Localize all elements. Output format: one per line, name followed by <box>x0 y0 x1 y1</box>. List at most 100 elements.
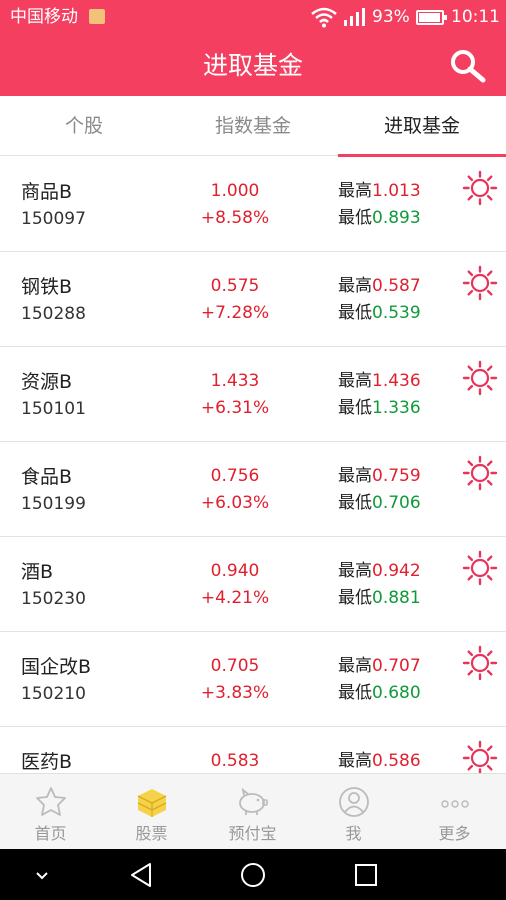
user-icon <box>338 787 369 817</box>
fund-name: 酒B <box>21 561 54 583</box>
fund-high: 最高0.707 <box>338 656 421 676</box>
nav-label: 预付宝 <box>228 824 277 843</box>
back-icon[interactable] <box>128 861 154 889</box>
fund-price: 0.575 <box>210 276 260 296</box>
high-label: 最高 <box>338 751 372 771</box>
low-value: 0.680 <box>372 683 421 703</box>
low-value: 0.893 <box>372 208 421 228</box>
fund-row[interactable]: 酒B 150230 0.940 +4.21% 最高0.942 最低0.881 <box>0 537 506 632</box>
fund-price: 1.433 <box>210 371 260 391</box>
sun-icon[interactable] <box>461 264 499 302</box>
nav-label: 我 <box>345 824 362 843</box>
fund-row[interactable]: 食品B 150199 0.756 +6.03% 最高0.759 最低0.706 <box>0 442 506 537</box>
tab-label: 指数基金 <box>214 115 291 137</box>
low-value: 0.881 <box>372 588 421 608</box>
fund-high: 最高0.586 <box>338 751 421 771</box>
nav-me[interactable]: 我 <box>303 774 404 850</box>
fund-code: 150199 <box>21 494 86 514</box>
fund-price: 0.705 <box>210 656 260 676</box>
high-label: 最高 <box>338 276 372 296</box>
tab-index-funds[interactable]: 指数基金 <box>169 96 337 156</box>
notification-icon <box>89 9 105 24</box>
fund-row[interactable]: 国企改B 150210 0.705 +3.83% 最高0.707 最低0.680 <box>0 632 506 727</box>
fund-low: 最低0.706 <box>338 493 421 513</box>
low-label: 最低 <box>338 303 372 323</box>
fund-name: 医药B <box>21 751 73 773</box>
clock: 10:11 <box>451 7 500 27</box>
battery-icon <box>416 10 447 25</box>
high-value: 0.587 <box>372 276 421 296</box>
fund-price: 0.756 <box>210 466 260 486</box>
high-value: 0.759 <box>372 466 421 486</box>
low-label: 最低 <box>338 208 372 228</box>
nav-home[interactable]: 首页 <box>0 774 101 850</box>
fund-low: 最低0.881 <box>338 588 421 608</box>
tab-stocks[interactable]: 个股 <box>0 96 168 156</box>
high-value: 0.707 <box>372 656 421 676</box>
chevron-down-icon[interactable] <box>32 865 52 885</box>
nav-label: 更多 <box>438 824 471 843</box>
stack-icon <box>137 789 166 817</box>
fund-code: 150210 <box>21 684 86 704</box>
tab-aggressive-funds[interactable]: 进取基金 <box>338 96 506 157</box>
high-label: 最高 <box>338 181 372 201</box>
system-nav-bar <box>0 849 506 900</box>
low-value: 0.706 <box>372 493 421 513</box>
sun-icon[interactable] <box>461 359 499 397</box>
signal-icon <box>344 8 365 26</box>
fund-high: 最高0.759 <box>338 466 421 486</box>
high-value: 1.436 <box>372 371 421 391</box>
low-label: 最低 <box>338 398 372 418</box>
fund-change: +6.31% <box>200 398 270 418</box>
fund-row[interactable]: 资源B 150101 1.433 +6.31% 最高1.436 最低1.336 <box>0 347 506 442</box>
bottom-nav: 首页 股票 预付宝 我 更多 <box>0 773 506 849</box>
low-value: 1.336 <box>372 398 421 418</box>
fund-change: +4.21% <box>200 588 270 608</box>
fund-name: 食品B <box>21 466 73 488</box>
tab-label: 个股 <box>64 115 103 137</box>
fund-name: 国企改B <box>21 656 92 678</box>
fund-high: 最高0.942 <box>338 561 421 581</box>
fund-code: 150097 <box>21 209 86 229</box>
wifi-icon <box>311 7 337 28</box>
search-icon[interactable] <box>448 48 488 84</box>
fund-low: 最低0.539 <box>338 303 421 323</box>
carrier-label: 中国移动 <box>10 7 78 27</box>
fund-price: 1.000 <box>210 181 260 201</box>
fund-list: 商品B 150097 1.000 +8.58% 最高1.013 最低0.893 钢铁B 150… <box>0 157 506 773</box>
fund-change: +3.83% <box>200 683 270 703</box>
recents-icon[interactable] <box>353 862 379 888</box>
nav-label: 首页 <box>34 824 67 843</box>
fund-change: +7.28% <box>200 303 270 323</box>
nav-prepay[interactable]: 预付宝 <box>202 774 303 850</box>
high-value: 0.586 <box>372 751 421 771</box>
sun-icon[interactable] <box>461 739 499 773</box>
piggy-bank-icon <box>238 787 268 815</box>
nav-stocks[interactable]: 股票 <box>101 774 202 850</box>
fund-high: 最高0.587 <box>338 276 421 296</box>
fund-row[interactable]: 商品B 150097 1.000 +8.58% 最高1.013 最低0.893 <box>0 157 506 252</box>
battery-percent: 93% <box>372 7 410 27</box>
fund-change: +8.58% <box>200 208 270 228</box>
fund-row[interactable]: 钢铁B 150288 0.575 +7.28% 最高0.587 最低0.539 <box>0 252 506 347</box>
home-icon[interactable] <box>239 861 267 889</box>
fund-low: 最低0.680 <box>338 683 421 703</box>
high-value: 0.942 <box>372 561 421 581</box>
fund-code: 150288 <box>21 304 86 324</box>
fund-code: 150230 <box>21 589 86 609</box>
high-value: 1.013 <box>372 181 421 201</box>
fund-row[interactable]: 医药B 0.583 最高0.586 <box>0 727 506 773</box>
fund-low: 最低0.893 <box>338 208 421 228</box>
sun-icon[interactable] <box>461 549 499 587</box>
status-bar: 中国移动 93% 10:11 <box>0 0 506 34</box>
sun-icon[interactable] <box>461 169 499 207</box>
app-header: 进取基金 <box>0 34 506 96</box>
sun-icon[interactable] <box>461 454 499 492</box>
star-icon <box>35 787 66 816</box>
fund-price: 0.940 <box>210 561 260 581</box>
fund-low: 最低1.336 <box>338 398 421 418</box>
fund-price: 0.583 <box>210 751 260 771</box>
low-label: 最低 <box>338 493 372 513</box>
sun-icon[interactable] <box>461 644 499 682</box>
nav-more[interactable]: 更多 <box>404 774 505 850</box>
